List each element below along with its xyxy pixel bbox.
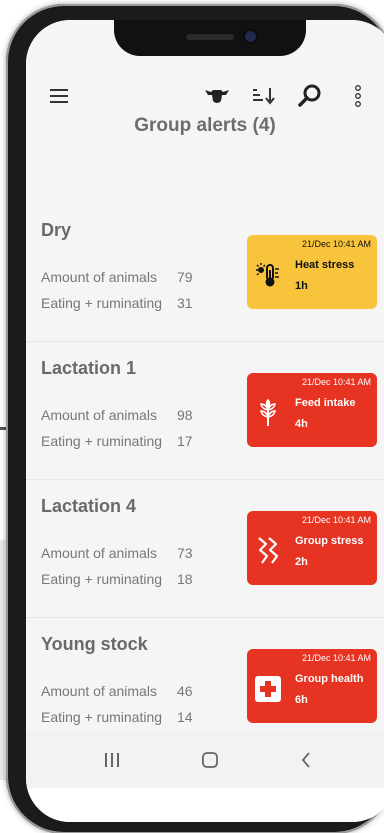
amount-value: 46 [177, 683, 193, 699]
home-icon[interactable] [198, 748, 222, 772]
sort-icon[interactable] [250, 84, 280, 108]
amount-value: 73 [177, 545, 193, 561]
alert-timestamp: 21/Dec 10:41 AM [301, 377, 371, 387]
amount-label: Amount of animals [41, 545, 157, 561]
phone-screen: Group alerts (4) Dry Amount of animals 7… [26, 20, 384, 822]
alert-duration: 1h [295, 280, 308, 292]
eating-value: 14 [177, 709, 193, 725]
eating-label: Eating + ruminating [41, 709, 163, 725]
back-icon[interactable] [294, 748, 318, 772]
screen-bottom [26, 788, 384, 822]
amount-label: Amount of animals [41, 269, 157, 285]
eating-label: Eating + ruminating [41, 295, 163, 311]
alert-card-group-health[interactable]: 21/Dec 10:41 AM Group health 6h [247, 649, 377, 723]
eating-label: Eating + ruminating [41, 433, 163, 449]
phone-notch [114, 20, 306, 56]
amount-label: Amount of animals [41, 683, 157, 699]
amount-label: Amount of animals [41, 407, 157, 423]
alert-duration: 4h [295, 418, 308, 430]
group-name: Young stock [41, 634, 148, 654]
eating-label: Eating + ruminating [41, 571, 163, 587]
amount-value: 98 [177, 407, 193, 423]
amount-value: 79 [177, 269, 193, 285]
health-cross-icon [253, 673, 283, 705]
alert-name: Heat stress [295, 259, 355, 271]
group-row[interactable]: Lactation 1 Amount of animals 98 Eating … [26, 342, 384, 480]
alert-timestamp: 21/Dec 10:41 AM [301, 515, 371, 525]
group-name: Lactation 4 [41, 496, 137, 516]
app-container: Group alerts (4) Dry Amount of animals 7… [26, 20, 384, 822]
eating-value: 17 [177, 433, 193, 449]
search-icon[interactable] [296, 84, 324, 108]
eating-value: 18 [177, 571, 193, 587]
alert-card-group-stress[interactable]: 21/Dec 10:41 AM Group stress 2h [247, 511, 377, 585]
front-camera [245, 31, 256, 42]
cow-icon[interactable] [202, 84, 232, 108]
eating-value: 31 [177, 295, 193, 311]
recent-apps-icon[interactable] [100, 748, 124, 772]
alert-timestamp: 21/Dec 10:41 AM [301, 239, 371, 249]
alert-card-feed-intake[interactable]: 21/Dec 10:41 AM Feed intake 4h [247, 373, 377, 447]
alert-duration: 6h [295, 694, 308, 706]
thermometer-sun-icon [253, 259, 283, 291]
phone-frame: Group alerts (4) Dry Amount of animals 7… [6, 4, 384, 833]
group-name: Lactation 1 [41, 358, 137, 378]
stress-zigzag-icon [253, 535, 283, 567]
speaker-grille [186, 34, 234, 40]
page-title: Group alerts (4) [134, 115, 276, 136]
wheat-icon [253, 397, 283, 429]
alert-duration: 2h [295, 556, 308, 568]
alert-name: Group stress [295, 535, 364, 547]
group-row[interactable]: Lactation 4 Amount of animals 73 Eating … [26, 480, 384, 618]
system-nav-bar [26, 732, 384, 788]
alert-name: Feed intake [295, 397, 356, 409]
group-row[interactable]: Dry Amount of animals 79 Eating + rumina… [26, 204, 384, 342]
group-name: Dry [41, 220, 72, 240]
alert-timestamp: 21/Dec 10:41 AM [301, 653, 371, 663]
alert-name: Group health [295, 673, 364, 685]
alert-card-heat-stress[interactable]: 21/Dec 10:41 AM Heat stress 1h [247, 235, 377, 309]
menu-icon[interactable] [48, 84, 72, 108]
more-vert-icon[interactable] [346, 84, 370, 108]
